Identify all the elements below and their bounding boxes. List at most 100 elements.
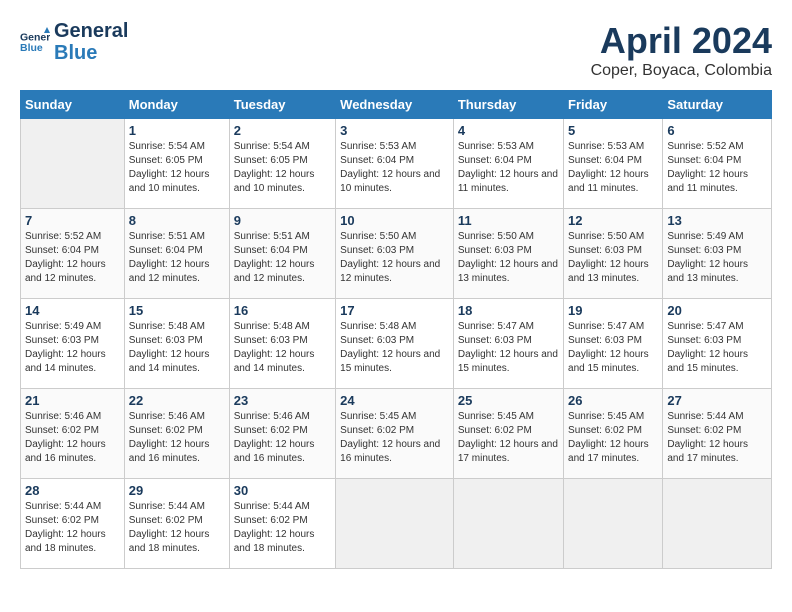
calendar-cell: 23Sunrise: 5:46 AMSunset: 6:02 PMDayligh…	[229, 389, 335, 479]
day-number: 6	[667, 123, 767, 138]
calendar-cell: 3 Sunrise: 5:53 AMSunset: 6:04 PMDaylight…	[336, 119, 454, 209]
calendar-cell: 27 Sunrise: 5:44 AMSunset: 6:02 PMDayligh…	[663, 389, 772, 479]
title-block: April 2024 Coper, Boyaca, Colombia	[591, 20, 772, 80]
calendar-week-row: 21Sunrise: 5:46 AMSunset: 6:02 PMDayligh…	[21, 389, 772, 479]
calendar-week-row: 14 Sunrise: 5:49 AMSunset: 6:03 PMDayligh…	[21, 299, 772, 389]
day-number: 23	[234, 393, 331, 408]
header-wednesday: Wednesday	[336, 91, 454, 119]
day-number: 2	[234, 123, 331, 138]
day-number: 22	[129, 393, 225, 408]
calendar-cell: 1Sunrise: 5:54 AMSunset: 6:05 PMDaylight…	[124, 119, 229, 209]
header-thursday: Thursday	[453, 91, 563, 119]
calendar-cell: 13 Sunrise: 5:49 AMSunset: 6:03 PMDayligh…	[663, 209, 772, 299]
calendar-week-row: 7 Sunrise: 5:52 AMSunset: 6:04 PMDaylight…	[21, 209, 772, 299]
day-number: 28	[25, 483, 120, 498]
logo-general: General	[54, 20, 128, 42]
calendar-cell: 17 Sunrise: 5:48 AMSunset: 6:03 PMDayligh…	[336, 299, 454, 389]
day-number: 29	[129, 483, 225, 498]
day-number: 7	[25, 213, 120, 228]
calendar-cell	[336, 479, 454, 569]
calendar-cell: 22Sunrise: 5:46 AMSunset: 6:02 PMDayligh…	[124, 389, 229, 479]
calendar-cell: 15 Sunrise: 5:48 AMSunset: 6:03 PMDayligh…	[124, 299, 229, 389]
day-number: 15	[129, 303, 225, 318]
day-number: 13	[667, 213, 767, 228]
day-number: 25	[458, 393, 559, 408]
day-number: 16	[234, 303, 331, 318]
day-number: 8	[129, 213, 225, 228]
header-monday: Monday	[124, 91, 229, 119]
day-info: Sunrise: 5:53 AMSunset: 6:04 PMDaylight:…	[340, 140, 449, 196]
day-number: 17	[340, 303, 449, 318]
svg-text:Blue: Blue	[20, 42, 43, 54]
calendar-cell	[663, 479, 772, 569]
calendar-cell: 28 Sunrise: 5:44 AMSunset: 6:02 PMDayligh…	[21, 479, 125, 569]
day-info: Sunrise: 5:48 AMSunset: 6:03 PMDaylight:…	[129, 320, 225, 376]
day-number: 26	[568, 393, 658, 408]
day-number: 14	[25, 303, 120, 318]
header-sunday: Sunday	[21, 91, 125, 119]
day-info: Sunrise: 5:49 AMSunset: 6:03 PMDaylight:…	[667, 230, 767, 286]
day-info: Sunrise: 5:51 AMSunset: 6:04 PMDaylight:…	[129, 230, 225, 286]
day-info: Sunrise: 5:45 AMSunset: 6:02 PMDaylight:…	[458, 410, 559, 466]
day-number: 1	[129, 123, 225, 138]
calendar-cell: 12Sunrise: 5:50 AMSunset: 6:03 PMDayligh…	[564, 209, 663, 299]
calendar-cell: 29Sunrise: 5:44 AMSunset: 6:02 PMDayligh…	[124, 479, 229, 569]
calendar-cell: 11 Sunrise: 5:50 AMSunset: 6:03 PMDayligh…	[453, 209, 563, 299]
calendar-cell: 10Sunrise: 5:50 AMSunset: 6:03 PMDayligh…	[336, 209, 454, 299]
day-number: 12	[568, 213, 658, 228]
calendar-cell: 19 Sunrise: 5:47 AMSunset: 6:03 PMDayligh…	[564, 299, 663, 389]
calendar-cell: 21Sunrise: 5:46 AMSunset: 6:02 PMDayligh…	[21, 389, 125, 479]
calendar-cell: 5 Sunrise: 5:53 AMSunset: 6:04 PMDaylight…	[564, 119, 663, 209]
day-info: Sunrise: 5:48 AMSunset: 6:03 PMDaylight:…	[234, 320, 331, 376]
day-number: 19	[568, 303, 658, 318]
page-header: General Blue General Blue April 2024 Cop…	[20, 20, 772, 80]
calendar-week-row: 1 Sunrise: 5:54 AMSunset: 6:05 PMDaylight…	[21, 119, 772, 209]
day-number: 3	[340, 123, 449, 138]
day-info: Sunrise: 5:54 AMSunset: 6:05 PMDaylight:…	[234, 140, 331, 196]
calendar-cell: 24Sunrise: 5:45 AMSunset: 6:02 PMDayligh…	[336, 389, 454, 479]
day-number: 20	[667, 303, 767, 318]
calendar-cell: 2 Sunrise: 5:54 AMSunset: 6:05 PMDaylight…	[229, 119, 335, 209]
calendar-cell: 30 Sunrise: 5:44 AMSunset: 6:02 PMDayligh…	[229, 479, 335, 569]
day-number: 18	[458, 303, 559, 318]
calendar-cell: 26Sunrise: 5:45 AMSunset: 6:02 PMDayligh…	[564, 389, 663, 479]
day-info: Sunrise: 5:47 AMSunset: 6:03 PMDaylight:…	[667, 320, 767, 376]
day-number: 9	[234, 213, 331, 228]
day-info: Sunrise: 5:52 AMSunset: 6:04 PMDaylight:…	[667, 140, 767, 196]
day-number: 4	[458, 123, 559, 138]
day-info: Sunrise: 5:47 AMSunset: 6:03 PMDaylight:…	[458, 320, 559, 376]
day-info: Sunrise: 5:50 AMSunset: 6:03 PMDaylight:…	[340, 230, 449, 286]
calendar-cell: 20 Sunrise: 5:47 AMSunset: 6:03 PMDayligh…	[663, 299, 772, 389]
calendar-cell: 18 Sunrise: 5:47 AMSunset: 6:03 PMDayligh…	[453, 299, 563, 389]
header-saturday: Saturday	[663, 91, 772, 119]
calendar-cell	[21, 119, 125, 209]
day-number: 11	[458, 213, 559, 228]
location: Coper, Boyaca, Colombia	[591, 62, 772, 80]
day-info: Sunrise: 5:53 AMSunset: 6:04 PMDaylight:…	[458, 140, 559, 196]
calendar-header-row: SundayMondayTuesdayWednesdayThursdayFrid…	[21, 91, 772, 119]
day-number: 21	[25, 393, 120, 408]
calendar-cell: 4 Sunrise: 5:53 AMSunset: 6:04 PMDaylight…	[453, 119, 563, 209]
day-info: Sunrise: 5:49 AMSunset: 6:03 PMDaylight:…	[25, 320, 120, 376]
header-friday: Friday	[564, 91, 663, 119]
logo-blue: Blue	[54, 42, 128, 64]
logo: General Blue General Blue	[20, 20, 128, 64]
day-number: 5	[568, 123, 658, 138]
day-info: Sunrise: 5:50 AMSunset: 6:03 PMDaylight:…	[458, 230, 559, 286]
day-number: 30	[234, 483, 331, 498]
day-info: Sunrise: 5:53 AMSunset: 6:04 PMDaylight:…	[568, 140, 658, 196]
day-info: Sunrise: 5:44 AMSunset: 6:02 PMDaylight:…	[234, 500, 331, 556]
calendar-cell: 7 Sunrise: 5:52 AMSunset: 6:04 PMDaylight…	[21, 209, 125, 299]
day-info: Sunrise: 5:51 AMSunset: 6:04 PMDaylight:…	[234, 230, 331, 286]
calendar-cell	[564, 479, 663, 569]
calendar-cell	[453, 479, 563, 569]
calendar-cell: 6 Sunrise: 5:52 AMSunset: 6:04 PMDaylight…	[663, 119, 772, 209]
day-info: Sunrise: 5:52 AMSunset: 6:04 PMDaylight:…	[25, 230, 120, 286]
day-info: Sunrise: 5:44 AMSunset: 6:02 PMDaylight:…	[25, 500, 120, 556]
day-info: Sunrise: 5:47 AMSunset: 6:03 PMDaylight:…	[568, 320, 658, 376]
calendar-cell: 14 Sunrise: 5:49 AMSunset: 6:03 PMDayligh…	[21, 299, 125, 389]
header-tuesday: Tuesday	[229, 91, 335, 119]
day-info: Sunrise: 5:48 AMSunset: 6:03 PMDaylight:…	[340, 320, 449, 376]
day-info: Sunrise: 5:44 AMSunset: 6:02 PMDaylight:…	[667, 410, 767, 466]
day-number: 27	[667, 393, 767, 408]
